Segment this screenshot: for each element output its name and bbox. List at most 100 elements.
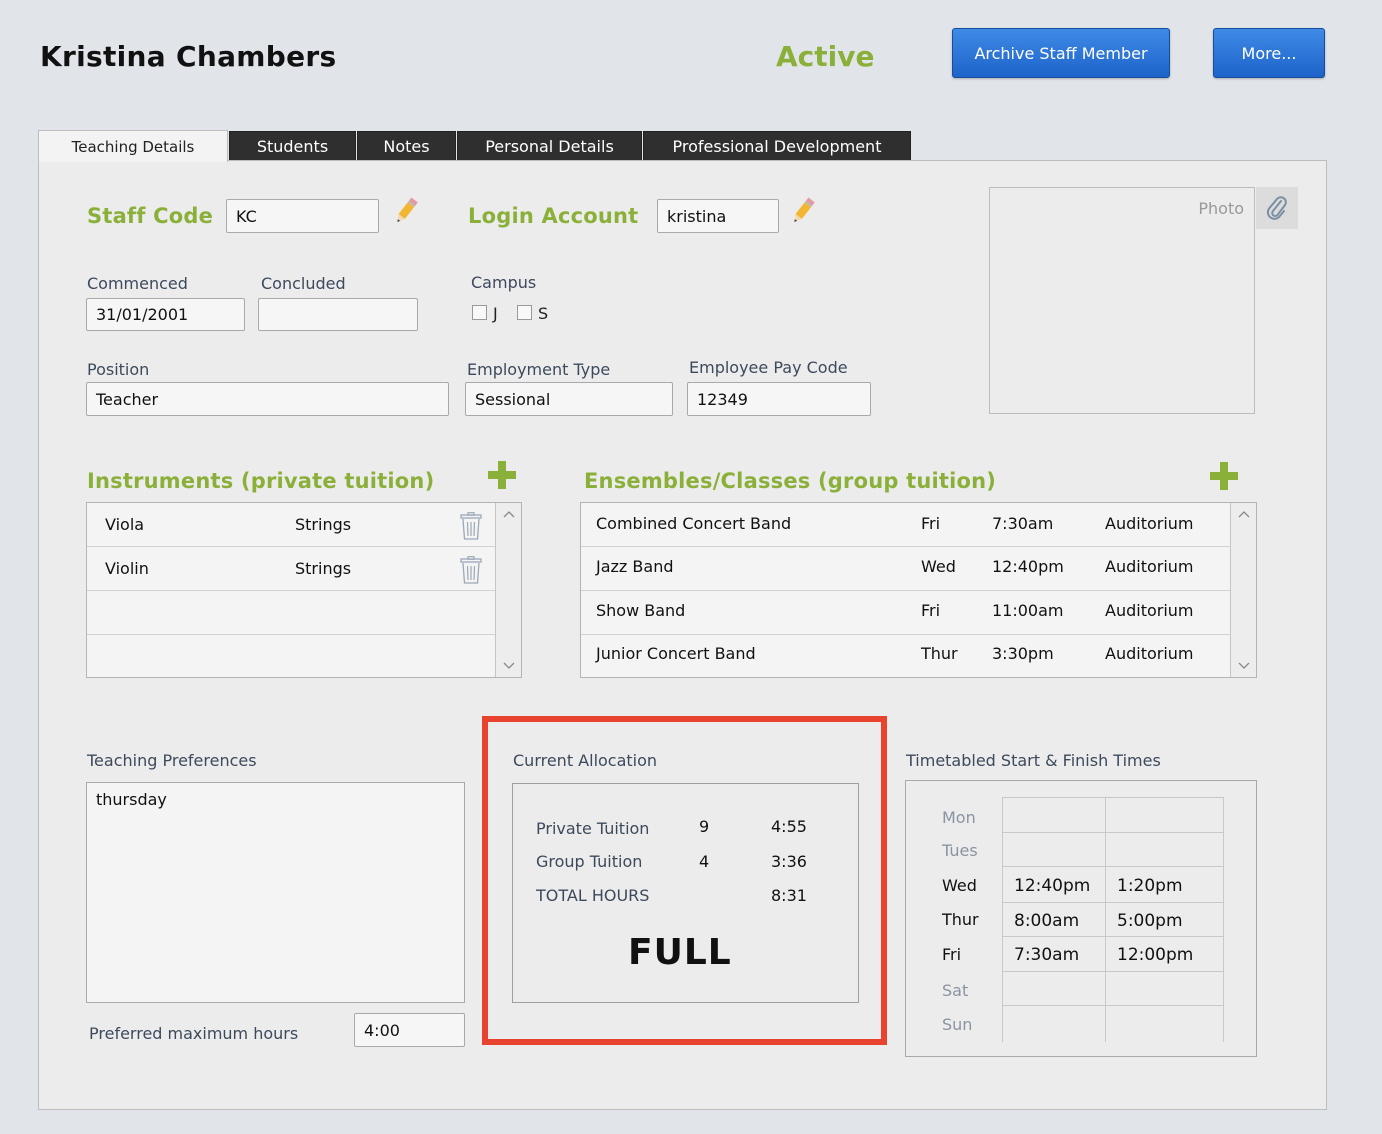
teaching-preferences-textarea[interactable]: thursday xyxy=(86,782,465,1003)
list-item[interactable]: Jazz Band Wed 12:40pm Auditorium xyxy=(581,547,1231,591)
login-account-label: Login Account xyxy=(468,204,639,228)
ensemble-location: Auditorium xyxy=(1105,644,1194,663)
scroll-up-icon[interactable] xyxy=(496,503,521,525)
list-item[interactable]: Show Band Fri 11:00am Auditorium xyxy=(581,591,1231,635)
ensemble-name: Jazz Band xyxy=(596,557,674,576)
position-field[interactable]: Teacher xyxy=(86,382,449,416)
instruments-list: Viola Strings Violin Strings xyxy=(86,502,522,678)
ensemble-day: Fri xyxy=(921,601,941,620)
position-label: Position xyxy=(87,360,150,379)
grid-line xyxy=(1002,971,1224,972)
timetable-start-fri[interactable]: 7:30am xyxy=(1014,945,1079,965)
more-button[interactable]: More... xyxy=(1213,28,1325,78)
instrument-name: Viola xyxy=(105,515,145,534)
delete-trash-icon[interactable] xyxy=(460,512,482,540)
pay-code-field[interactable]: 12349 xyxy=(687,382,871,416)
group-tuition-count: 4 xyxy=(699,852,710,871)
group-tuition-hours: 3:36 xyxy=(771,852,807,871)
instruments-scrollbar[interactable] xyxy=(495,503,521,677)
ensemble-time: 12:40pm xyxy=(992,557,1064,576)
list-item[interactable]: Violin Strings xyxy=(87,547,496,591)
instrument-family: Strings xyxy=(295,515,352,534)
tab-students[interactable]: Students xyxy=(229,131,356,161)
timetable-day-sun: Sun xyxy=(942,1015,973,1034)
tab-notes[interactable]: Notes xyxy=(357,131,456,161)
add-instrument-plus-icon[interactable] xyxy=(488,461,516,489)
edit-login-pencil-icon[interactable] xyxy=(790,196,816,226)
timetable-start-wed[interactable]: 12:40pm xyxy=(1014,876,1090,896)
tab-personal-details[interactable]: Personal Details xyxy=(457,131,642,161)
timetable-day-fri: Fri xyxy=(942,945,962,964)
private-tuition-count: 9 xyxy=(699,817,710,836)
timetable-finish-fri[interactable]: 12:00pm xyxy=(1117,945,1193,965)
delete-trash-icon[interactable] xyxy=(460,556,482,584)
teaching-preferences-label: Teaching Preferences xyxy=(87,751,257,770)
ensemble-day: Thur xyxy=(921,644,958,663)
ensemble-time: 11:00am xyxy=(992,601,1064,620)
edit-staff-code-pencil-icon[interactable] xyxy=(393,196,419,226)
ensemble-time: 7:30am xyxy=(992,514,1054,533)
total-hours-value: 8:31 xyxy=(771,886,807,905)
timetable-finish-wed[interactable]: 1:20pm xyxy=(1117,876,1183,896)
allocation-status: FULL xyxy=(628,932,732,973)
attach-photo-button[interactable] xyxy=(1256,187,1298,229)
tab-professional-development[interactable]: Professional Development xyxy=(643,131,911,161)
campus-s-checkbox[interactable] xyxy=(517,305,532,320)
campus-s-label: S xyxy=(538,304,549,323)
photo-area[interactable]: Photo xyxy=(989,187,1255,414)
instrument-name: Violin xyxy=(105,559,149,578)
instrument-family: Strings xyxy=(295,559,352,578)
tab-teaching-details[interactable]: Teaching Details xyxy=(38,130,228,162)
ensemble-day: Fri xyxy=(921,514,941,533)
instruments-title: Instruments (private tuition) xyxy=(87,469,435,493)
private-tuition-hours: 4:55 xyxy=(771,817,807,836)
total-hours-label: TOTAL HOURS xyxy=(536,886,650,905)
staff-code-field[interactable]: KC xyxy=(226,199,379,233)
scroll-down-icon[interactable] xyxy=(1231,655,1256,677)
campus-j-label: J xyxy=(493,304,498,323)
preferred-max-hours-label: Preferred maximum hours xyxy=(89,1024,299,1043)
ensembles-scrollbar[interactable] xyxy=(1230,503,1256,677)
timetable-day-wed: Wed xyxy=(942,876,977,895)
concluded-field[interactable] xyxy=(258,298,418,331)
paperclip-icon xyxy=(1266,196,1287,220)
list-item[interactable]: Viola Strings xyxy=(87,503,496,547)
concluded-label: Concluded xyxy=(261,274,346,293)
list-item[interactable]: Junior Concert Band Thur 3:30pm Auditori… xyxy=(581,635,1231,679)
ensemble-location: Auditorium xyxy=(1105,514,1194,533)
timetable-finish-thur[interactable]: 5:00pm xyxy=(1117,911,1183,931)
grid-line xyxy=(1002,936,1224,937)
grid-line xyxy=(1002,832,1224,833)
grid-line xyxy=(1002,797,1224,798)
login-account-field[interactable]: kristina xyxy=(657,199,779,233)
employment-type-label: Employment Type xyxy=(467,360,611,379)
ensembles-list: Combined Concert Band Fri 7:30am Auditor… xyxy=(580,502,1257,678)
commenced-field[interactable]: 31/01/2001 xyxy=(86,298,245,331)
preferred-max-hours-field[interactable]: 4:00 xyxy=(354,1013,465,1047)
ensemble-location: Auditorium xyxy=(1105,601,1194,620)
timetable-day-mon: Mon xyxy=(942,808,976,827)
timetable-day-thur: Thur xyxy=(942,910,979,929)
add-ensemble-plus-icon[interactable] xyxy=(1210,462,1238,490)
staff-code-label: Staff Code xyxy=(87,204,214,228)
ensemble-time: 3:30pm xyxy=(992,644,1054,663)
ensemble-day: Wed xyxy=(921,557,956,576)
scroll-up-icon[interactable] xyxy=(1231,503,1256,525)
employment-type-field[interactable]: Sessional xyxy=(465,382,673,416)
ensembles-title: Ensembles/Classes (group tuition) xyxy=(584,469,997,493)
timetable-day-tues: Tues xyxy=(942,841,978,860)
list-item[interactable]: Combined Concert Band Fri 7:30am Auditor… xyxy=(581,503,1231,547)
staff-name: Kristina Chambers xyxy=(40,40,337,73)
ensemble-name: Combined Concert Band xyxy=(596,514,792,533)
scroll-down-icon[interactable] xyxy=(496,655,521,677)
timetable-start-thur[interactable]: 8:00am xyxy=(1014,911,1079,931)
grid-line xyxy=(1002,1005,1224,1006)
ensemble-name: Junior Concert Band xyxy=(596,644,756,663)
grid-line xyxy=(1002,902,1224,903)
campus-j-checkbox[interactable] xyxy=(472,305,487,320)
archive-staff-button[interactable]: Archive Staff Member xyxy=(952,28,1170,78)
list-item-empty xyxy=(87,591,496,635)
ensemble-location: Auditorium xyxy=(1105,557,1194,576)
photo-label: Photo xyxy=(1198,199,1244,218)
pay-code-label: Employee Pay Code xyxy=(689,358,848,377)
